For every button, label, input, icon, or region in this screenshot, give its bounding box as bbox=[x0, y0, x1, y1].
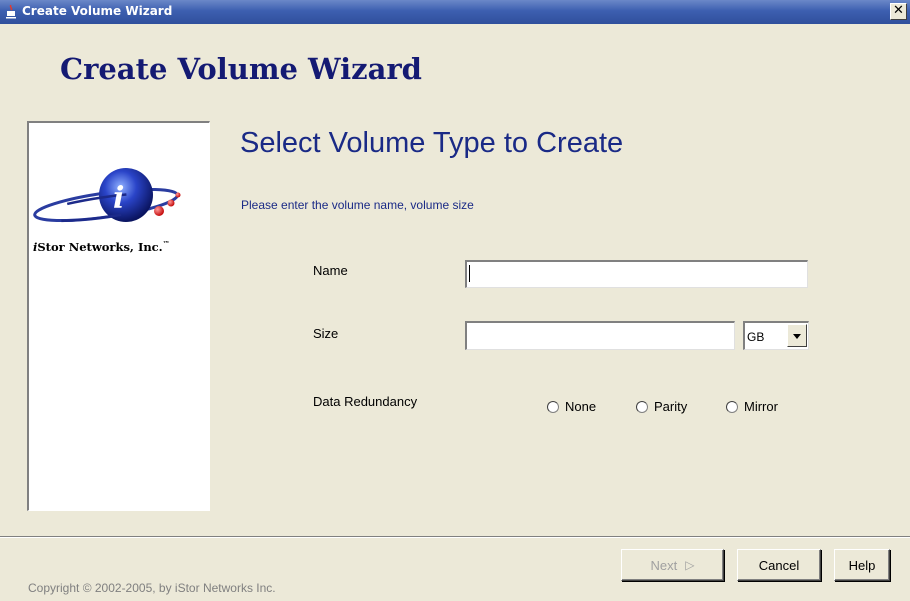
next-button[interactable]: Next ▷ bbox=[621, 549, 724, 581]
side-panel: i iStor Networks, Inc.™ bbox=[27, 121, 210, 511]
radio-circle-icon[interactable] bbox=[726, 400, 738, 413]
cancel-button[interactable]: Cancel bbox=[737, 549, 821, 581]
instruction-text: Please enter the volume name, volume siz… bbox=[241, 198, 474, 212]
footer-divider-highlight bbox=[0, 537, 910, 538]
istor-globe-logo: i bbox=[33, 168, 181, 223]
size-input[interactable] bbox=[465, 321, 735, 350]
help-button[interactable]: Help bbox=[834, 549, 890, 581]
text-caret bbox=[469, 265, 470, 282]
size-label: Size bbox=[313, 326, 339, 341]
name-label: Name bbox=[313, 263, 348, 278]
dropdown-button[interactable] bbox=[787, 324, 807, 347]
name-input[interactable] bbox=[465, 260, 808, 288]
size-unit-value: GB bbox=[747, 330, 765, 344]
size-unit-select[interactable]: GB bbox=[743, 321, 809, 350]
radio-circle-icon[interactable] bbox=[636, 400, 648, 413]
next-arrow-icon: ▷ bbox=[685, 558, 695, 572]
company-name: iStor Networks, Inc.™ bbox=[33, 239, 170, 254]
wizard-heading: Create Volume Wizard bbox=[60, 52, 422, 86]
chevron-down-icon bbox=[793, 334, 801, 339]
radio-parity[interactable]: Parity bbox=[636, 399, 687, 414]
radio-circle-icon[interactable] bbox=[547, 400, 559, 413]
window-titlebar[interactable]: Create Volume Wizard ✕ bbox=[0, 0, 910, 24]
copyright-text: Copyright © 2002-2005, by iStor Networks… bbox=[28, 581, 276, 595]
close-icon: ✕ bbox=[893, 3, 904, 18]
java-cup-icon bbox=[6, 5, 16, 19]
step-title: Select Volume Type to Create bbox=[240, 127, 624, 159]
redundancy-label: Data Redundancy bbox=[313, 394, 418, 409]
radio-none[interactable]: None bbox=[547, 399, 596, 414]
radio-mirror[interactable]: Mirror bbox=[726, 399, 778, 414]
close-button[interactable]: ✕ bbox=[890, 3, 907, 20]
window-title: Create Volume Wizard bbox=[22, 4, 173, 18]
svg-text:i: i bbox=[113, 181, 124, 216]
